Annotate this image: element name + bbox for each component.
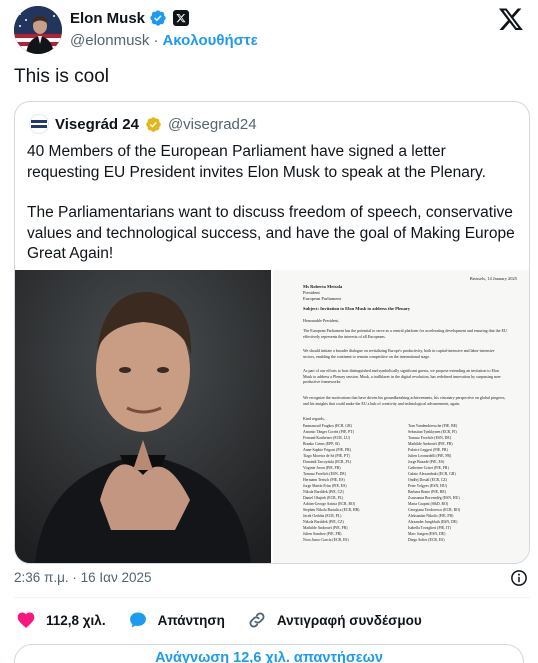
handle-separator: ·: [153, 32, 159, 49]
letter-body-4: We recognize the motivations that have d…: [303, 395, 506, 406]
author-name[interactable]: Elon Musk: [70, 10, 145, 27]
quoted-handle[interactable]: @visegrad24: [168, 116, 257, 133]
letter-body-3: As part of our efforts to host distingui…: [303, 368, 502, 384]
letter-body-2: We should initiate a broader dialogue on…: [303, 348, 495, 359]
like-button[interactable]: 112,8 χιλ.: [16, 610, 106, 630]
letter-document[interactable]: Brussels, 14 January 2025 Ms Roberta Met…: [273, 270, 529, 563]
like-count: 112,8 χιλ.: [46, 612, 106, 628]
info-icon[interactable]: [510, 569, 528, 587]
read-replies-button[interactable]: Ανάγνωση 12,6 χιλ. απαντήσεων: [14, 644, 524, 663]
portrait-photo[interactable]: [15, 270, 271, 563]
quoted-text: 40 Members of the European Parliament ha…: [27, 142, 517, 285]
letter-body-1: The European Parliament has the potentia…: [303, 328, 507, 339]
follow-button[interactable]: Ακολουθήστε: [162, 32, 257, 49]
link-icon: [249, 612, 265, 628]
author-avatar[interactable]: [14, 6, 62, 54]
letter-recipient-title: President: [303, 290, 320, 295]
reply-button[interactable]: Απάντηση: [128, 610, 225, 630]
letter-date: Brussels, 14 January 2025: [469, 276, 517, 281]
signatories-left: Emmanouil Fragkos (ECR, GR) Antonio Tânge…: [303, 423, 359, 543]
letter-closing: Kind regards,: [303, 416, 325, 421]
quoted-media[interactable]: Brussels, 14 January 2025 Ms Roberta Met…: [15, 270, 529, 563]
reply-bubble-icon: [129, 612, 146, 628]
tweet-header: Elon Musk @elonmusk · Ακολουθήστε: [14, 6, 524, 56]
verified-badge-icon: [150, 10, 166, 26]
quoted-author-name[interactable]: Visegrád 24: [55, 116, 139, 133]
letter-subject: Subject: Invitation to Elon Musk to addr…: [303, 306, 411, 311]
x-logo-icon[interactable]: [498, 6, 524, 32]
action-bar: 112,8 χιλ. Απάντηση Αντιγραφή συνδέσμου: [16, 610, 444, 630]
letter-recipient-org: European Parliament: [303, 296, 341, 301]
author-handle[interactable]: @elonmusk: [70, 32, 149, 49]
copy-link-button[interactable]: Αντιγραφή συνδέσμου: [247, 610, 422, 630]
tweet-text: This is cool: [14, 66, 110, 87]
tweet-timestamp[interactable]: 2:36 π.μ. · 16 Ιαν 2025: [14, 570, 151, 585]
letter-recipient: Ms Roberta Metsola: [303, 284, 343, 289]
signatory-name: Nora Junco García (ECR, ES): [303, 538, 349, 542]
copy-link-label: Αντιγραφή συνδέσμου: [276, 612, 422, 628]
gold-verified-icon: [146, 116, 161, 132]
quoted-tweet[interactable]: Visegrád 24 @visegrad24 40 Members of th…: [14, 101, 530, 564]
quoted-paragraph-2: The Parliamentarians want to discuss fre…: [27, 204, 515, 262]
divider-top: [14, 597, 530, 598]
heart-icon: [17, 612, 35, 628]
quoted-paragraph-1: 40 Members of the European Parliament ha…: [27, 143, 486, 181]
quoted-avatar: [29, 114, 49, 134]
letter-salutation: Honourable President,: [303, 318, 339, 323]
x-affiliate-icon: [173, 10, 190, 26]
reply-label: Απάντηση: [157, 612, 225, 628]
signatory-name: Diego Solier (ECR, ES): [408, 538, 445, 542]
signatories-right: Tom Vandendriessche (PfE, BE) Sebastian T…: [408, 423, 460, 543]
